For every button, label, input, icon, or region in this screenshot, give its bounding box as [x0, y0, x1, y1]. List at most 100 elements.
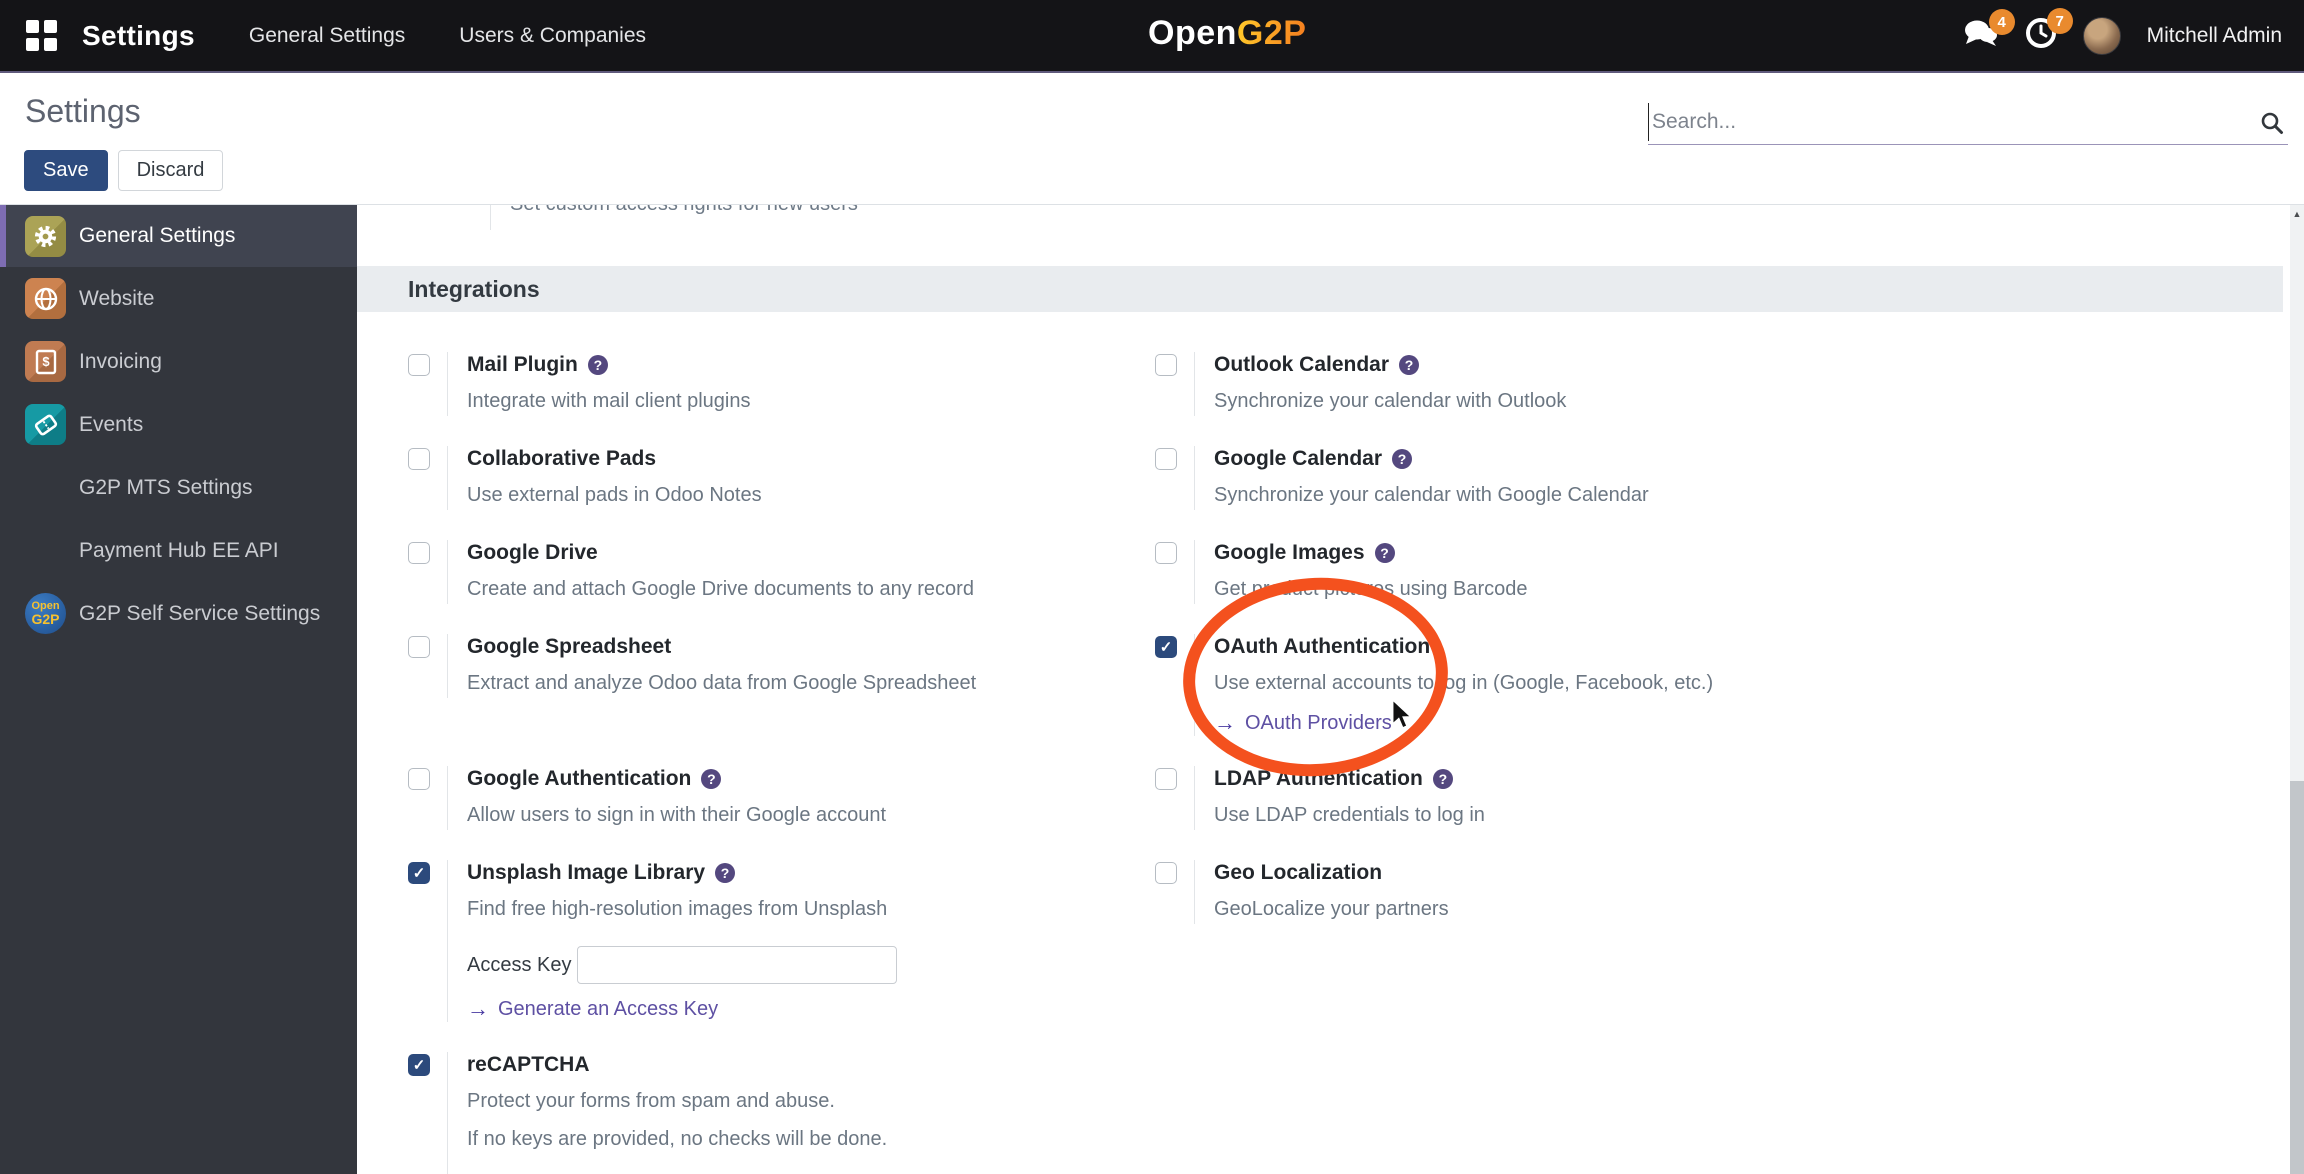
- setting-description: Synchronize your calendar with Outlook: [1214, 390, 1567, 412]
- help-icon[interactable]: ?: [701, 769, 722, 789]
- outlook-calendar-checkbox[interactable]: [1155, 354, 1177, 376]
- link-arrow-icon: →: [1214, 710, 1236, 735]
- setting-geo-localization: Geo Localization GeoLocalize your partner…: [1147, 860, 1894, 1022]
- help-icon[interactable]: ?: [715, 863, 736, 883]
- setting-description: Use LDAP credentials to log in: [1214, 804, 1485, 826]
- recaptcha-checkbox[interactable]: ✓: [408, 1054, 430, 1076]
- icon-spacer: [25, 530, 66, 571]
- setting-title: Google Images?: [1214, 540, 1528, 566]
- app-brand[interactable]: Settings: [82, 20, 195, 52]
- google-spreadsheet-checkbox[interactable]: [408, 636, 430, 658]
- setting-description: Protect your forms from spam and abuse.: [467, 1090, 835, 1112]
- clipped-setting-row: Set custom access rights for new users: [400, 205, 2304, 230]
- help-icon[interactable]: ?: [1432, 769, 1453, 789]
- unsplash-link[interactable]: → Generate an Access Key: [467, 996, 718, 1022]
- setting-google-authentication: Google Authentication? Allow users to sig…: [400, 766, 1147, 830]
- setting-title: LDAP Authentication?: [1214, 766, 1485, 792]
- icon-spacer: [25, 467, 66, 508]
- unsplash-checkbox[interactable]: ✓: [408, 862, 430, 884]
- sidebar-item-g2p-mts-settings[interactable]: G2P MTS Settings: [0, 456, 357, 519]
- vertical-scrollbar[interactable]: ▲: [2290, 205, 2304, 1174]
- help-icon[interactable]: ?: [587, 355, 608, 375]
- setting-title: Google Calendar?: [1214, 446, 1649, 472]
- setting-title: Google Spreadsheet: [467, 635, 672, 658]
- sidebar-item-invoicing[interactable]: $ Invoicing: [0, 330, 357, 393]
- sidebar-item-general-settings[interactable]: General Settings: [0, 205, 357, 267]
- settings-sidebar: General Settings Website $ Invoicing Events G…: [0, 205, 357, 1174]
- nav-item-users-companies[interactable]: Users & Companies: [459, 24, 646, 48]
- setting-description: Create and attach Google Drive documents…: [467, 578, 974, 600]
- activities-badge: 7: [2046, 8, 2073, 34]
- setting-oauth-authentication: ✓ OAuth Authentication Use external accoun…: [1147, 634, 1894, 736]
- scrollbar-thumb[interactable]: [2290, 781, 2304, 1174]
- setting-title: Google Authentication?: [467, 766, 886, 792]
- setting-collaborative-pads: Collaborative Pads Use external pads in O…: [400, 446, 1147, 510]
- google-calendar-checkbox[interactable]: [1155, 448, 1177, 470]
- setting-description: Allow users to sign in with their Google…: [467, 804, 887, 826]
- activities-button[interactable]: 7: [2025, 8, 2073, 54]
- control-panel: Settings Save Discard: [0, 75, 2304, 205]
- sidebar-item-website[interactable]: Website: [0, 267, 357, 330]
- collaborative-pads-checkbox[interactable]: [408, 448, 430, 470]
- sidebar-item-payment-hub-ee-api[interactable]: Payment Hub EE API: [0, 519, 357, 582]
- save-button[interactable]: Save: [24, 150, 108, 191]
- setting-title: OAuth Authentication: [1214, 635, 1431, 658]
- messages-badge: 4: [1988, 9, 2015, 35]
- user-name[interactable]: Mitchell Admin: [2147, 24, 2282, 48]
- search-icon[interactable]: [2260, 111, 2284, 140]
- oauth-authentication-link[interactable]: → OAuth Providers: [1214, 710, 1392, 736]
- help-icon[interactable]: ?: [1374, 543, 1395, 563]
- google-images-checkbox[interactable]: [1155, 542, 1177, 564]
- mail-plugin-checkbox[interactable]: [408, 354, 430, 376]
- ldap-authentication-checkbox[interactable]: [1155, 768, 1177, 790]
- search-box: [1648, 103, 2288, 145]
- sidebar-item-label: Invoicing: [79, 349, 162, 373]
- scrollbar-up-arrow[interactable]: ▲: [2290, 205, 2304, 223]
- setting-title: Geo Localization: [1214, 861, 1383, 884]
- sidebar-item-g2p-self-service-settings[interactable]: Open G2P G2P Self Service Settings: [0, 582, 357, 645]
- nav-menu: General Settings Users & Companies: [249, 24, 646, 48]
- setting-description: Get product pictures using Barcode: [1214, 578, 1528, 600]
- discard-button[interactable]: Discard: [117, 150, 224, 191]
- setting-description: Synchronize your calendar with Google Ca…: [1214, 484, 1649, 506]
- setting-title: Collaborative Pads: [467, 447, 657, 470]
- messages-button[interactable]: 4: [1963, 9, 2015, 53]
- geo-localization-checkbox[interactable]: [1155, 862, 1177, 884]
- sidebar-item-label: G2P Self Service Settings: [79, 601, 321, 625]
- sidebar-item-label: Events: [79, 412, 144, 436]
- setting-outlook-calendar: Outlook Calendar? Synchronize your calend…: [1147, 352, 1894, 416]
- sidebar-item-label: General Settings: [79, 224, 236, 247]
- oauth-authentication-checkbox[interactable]: ✓: [1155, 636, 1177, 658]
- help-icon[interactable]: ?: [1392, 449, 1413, 469]
- google-drive-checkbox[interactable]: [408, 542, 430, 564]
- globe-icon: [25, 278, 66, 319]
- sidebar-item-label: Website: [79, 286, 155, 310]
- setting-title: reCAPTCHA: [467, 1053, 590, 1076]
- search-input[interactable]: [1648, 103, 2243, 141]
- unsplash-field-input[interactable]: [577, 946, 897, 984]
- settings-grid: Mail Plugin? Integrate with mail client p…: [400, 352, 1894, 1174]
- gear-icon: [25, 215, 66, 257]
- setting-description: GeoLocalize your partners: [1214, 898, 1449, 920]
- setting-description: Use external accounts to log in (Google,…: [1214, 672, 1714, 694]
- setting-description: Extract and analyze Odoo data from Googl…: [467, 672, 977, 694]
- invoice-icon: $: [25, 341, 66, 382]
- nav-item-general-settings[interactable]: General Settings: [249, 24, 405, 48]
- setting-mail-plugin: Mail Plugin? Integrate with mail client p…: [400, 352, 1147, 416]
- google-authentication-checkbox[interactable]: [408, 768, 430, 790]
- setting-description: Integrate with mail client plugins: [467, 390, 751, 412]
- setting-google-images: Google Images? Get product pictures using…: [1147, 540, 1894, 604]
- ticket-icon: [25, 404, 66, 445]
- setting-description: If no keys are provided, no checks will …: [467, 1128, 888, 1150]
- help-icon[interactable]: ?: [1399, 355, 1420, 375]
- setting-recaptcha: ✓ reCAPTCHA Protect your forms from spam a…: [400, 1052, 1147, 1174]
- top-nav-bar: Settings General Settings Users & Compan…: [0, 0, 2304, 73]
- openg2p-logo: OpenG2P: [1148, 14, 1307, 52]
- setting-title: Mail Plugin?: [467, 352, 750, 378]
- user-avatar[interactable]: [2082, 16, 2121, 55]
- apps-menu-icon[interactable]: [26, 20, 57, 51]
- sidebar-item-events[interactable]: Events: [0, 393, 357, 456]
- setting-google-calendar: Google Calendar? Synchronize your calenda…: [1147, 446, 1894, 510]
- setting-title: Outlook Calendar?: [1214, 352, 1566, 378]
- sidebar-item-label: G2P MTS Settings: [79, 475, 253, 499]
